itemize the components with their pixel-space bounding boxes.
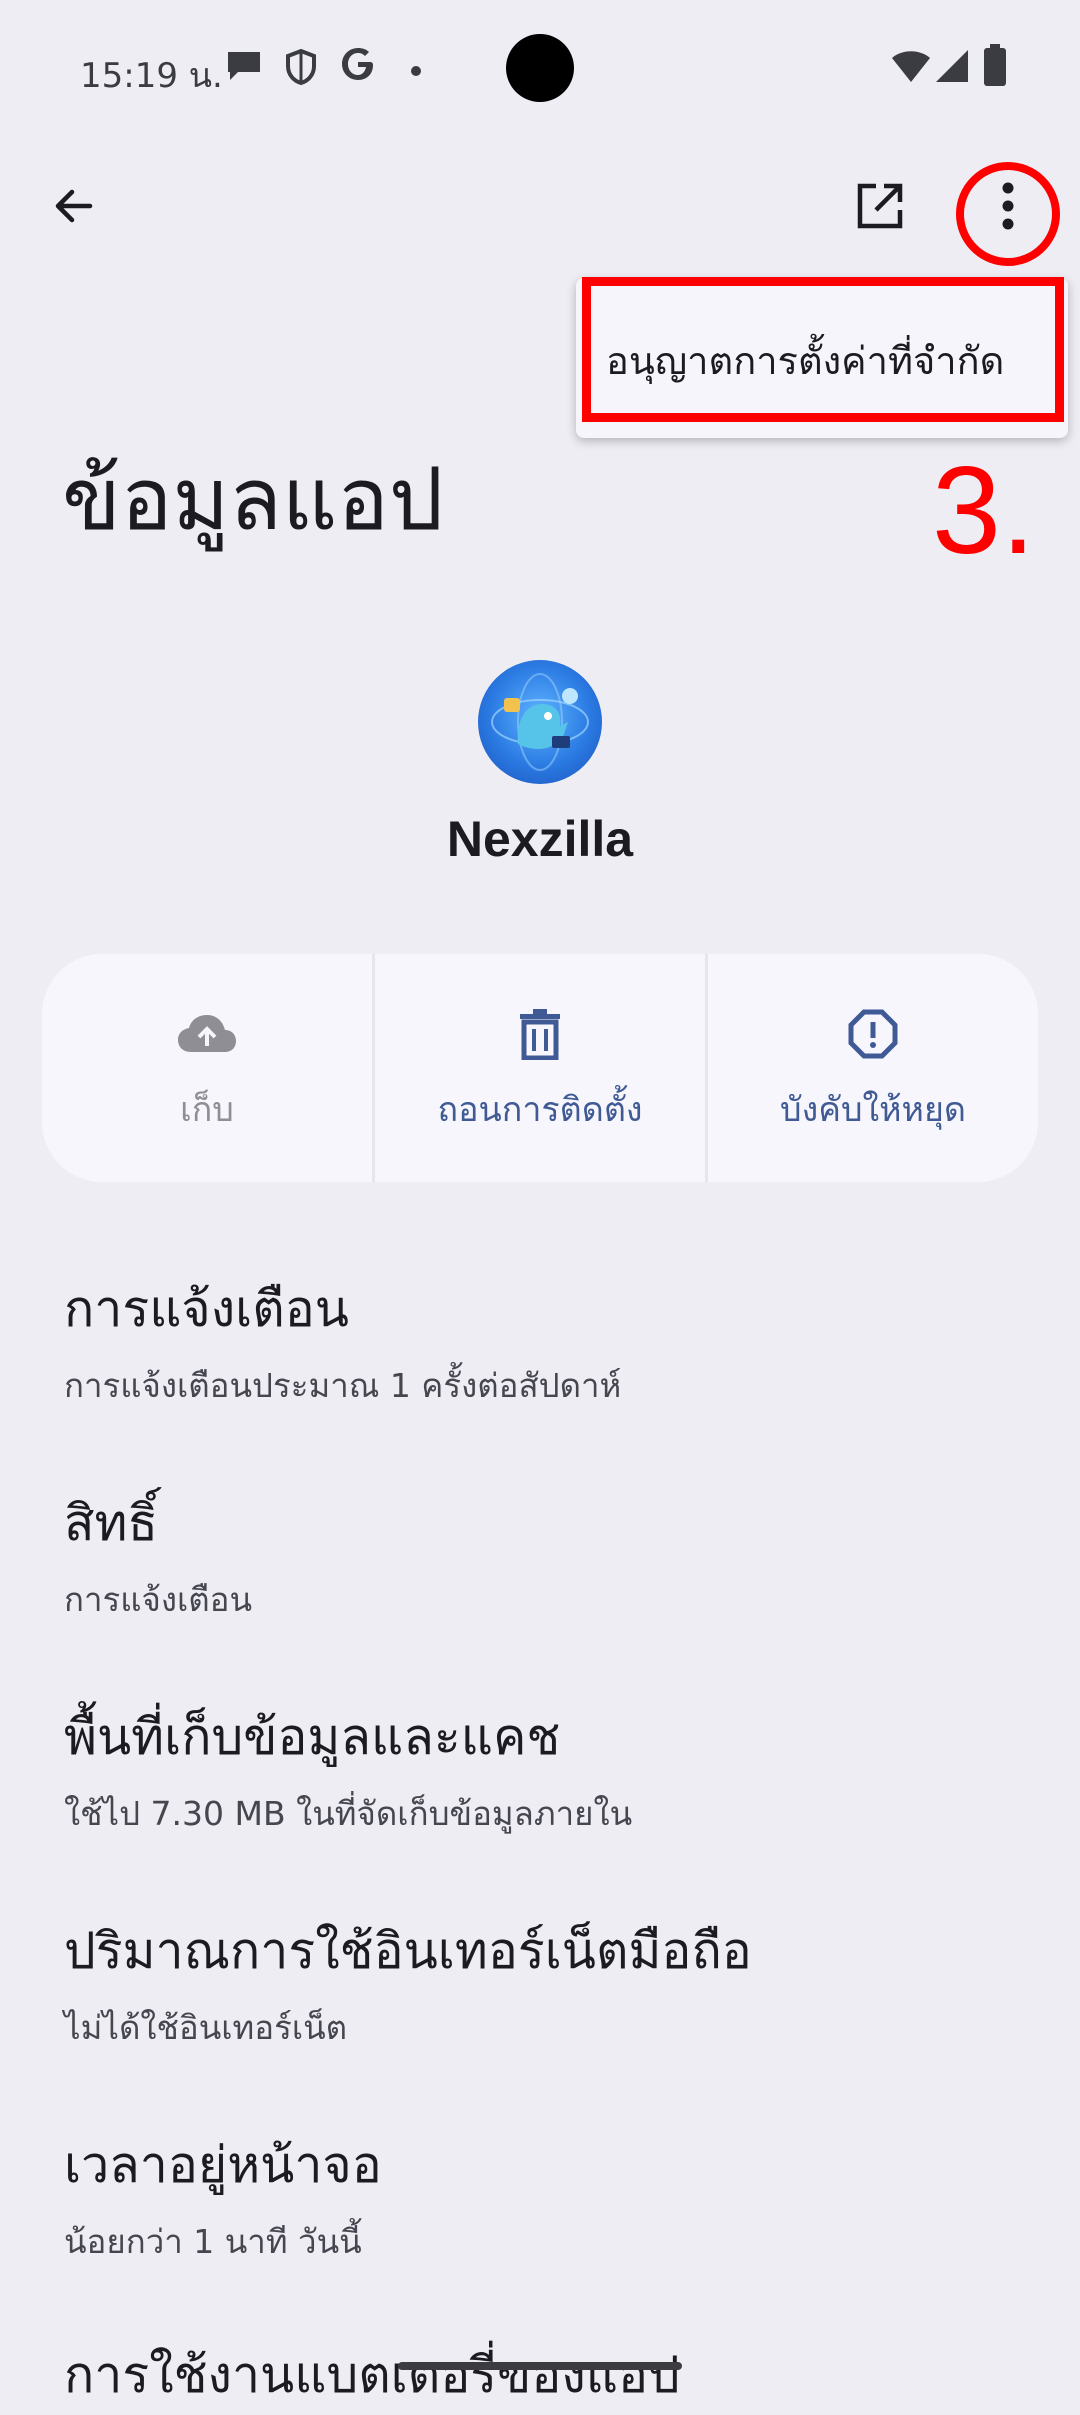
signal-icon: [934, 48, 970, 88]
setting-subtitle: น้อยกว่า 1 นาที วันนี้: [64, 2222, 362, 2261]
setting-title: ปริมาณการใช้อินเทอร์เน็ตมือถือ: [64, 1922, 752, 1980]
cloud-upload-icon: [175, 1008, 239, 1060]
setting-title: การใช้งานแบตเตอรี่ของแอป: [64, 2346, 680, 2404]
archive-label: เก็บ: [180, 1090, 234, 1130]
page-title: ข้อมูลแอป: [62, 450, 444, 550]
setting-title: สิทธิ์: [64, 1494, 158, 1552]
arrow-left-icon: [50, 182, 98, 234]
setting-title: การแจ้งเตือน: [64, 1280, 349, 1338]
annotation-circle: [956, 162, 1060, 266]
setting-subtitle: ไม่ได้ใช้อินเทอร์เน็ต: [64, 2008, 348, 2047]
storage-setting[interactable]: พื้นที่เก็บข้อมูลและแคช ใช้ไป 7.30 MB ใน…: [64, 1698, 632, 1840]
app-actions-card: เก็บ ถอนการติดตั้ง บังคับให้หยุด: [42, 954, 1038, 1182]
setting-title: พื้นที่เก็บข้อมูลและแคช: [64, 1708, 561, 1766]
dot-icon: [410, 62, 422, 81]
force-stop-label: บังคับให้หยุด: [780, 1090, 966, 1130]
setting-subtitle: การแจ้งเตือนประมาณ 1 ครั้งต่อสัปดาห์: [64, 1366, 622, 1405]
permissions-setting[interactable]: สิทธิ์ การแจ้งเตือน: [64, 1484, 252, 1626]
open-app-button[interactable]: [838, 166, 922, 250]
archive-button[interactable]: เก็บ: [42, 954, 372, 1182]
setting-subtitle: การแจ้งเตือน: [64, 1580, 253, 1619]
battery-icon: [984, 44, 1006, 90]
back-button[interactable]: [32, 166, 116, 250]
trash-icon: [518, 1008, 562, 1060]
annotation-step-label: 3.: [932, 442, 1036, 580]
battery-usage-setting[interactable]: การใช้งานแบตเตอรี่ของแอป: [64, 2336, 680, 2415]
google-icon: [338, 44, 378, 88]
screen-time-setting[interactable]: เวลาอยู่หน้าจอ น้อยกว่า 1 นาที วันนี้: [64, 2126, 382, 2268]
gesture-nav-handle[interactable]: [398, 2362, 682, 2370]
force-stop-button[interactable]: บังคับให้หยุด: [705, 954, 1038, 1182]
uninstall-button[interactable]: ถอนการติดตั้ง: [372, 954, 705, 1182]
uninstall-label: ถอนการติดตั้ง: [437, 1090, 643, 1130]
open-in-new-icon: [854, 180, 906, 236]
chat-bubble-icon: [224, 48, 264, 88]
app-name: Nexzilla: [446, 811, 634, 867]
setting-subtitle: ใช้ไป 7.30 MB ในที่จัดเก็บข้อมูลภายใน: [64, 1794, 633, 1833]
wifi-icon: [890, 48, 932, 88]
annotation-box: [582, 277, 1064, 422]
alert-octagon-icon: [848, 1008, 898, 1060]
status-time: 15:19 น.: [80, 56, 223, 96]
camera-cutout: [506, 34, 574, 102]
notifications-setting[interactable]: การแจ้งเตือน การแจ้งเตือนประมาณ 1 ครั้งต…: [64, 1270, 621, 1412]
shield-icon: [284, 48, 318, 90]
app-icon: [478, 660, 602, 784]
mobile-data-setting[interactable]: ปริมาณการใช้อินเทอร์เน็ตมือถือ ไม่ได้ใช้…: [64, 1912, 752, 2054]
setting-title: เวลาอยู่หน้าจอ: [64, 2136, 382, 2194]
